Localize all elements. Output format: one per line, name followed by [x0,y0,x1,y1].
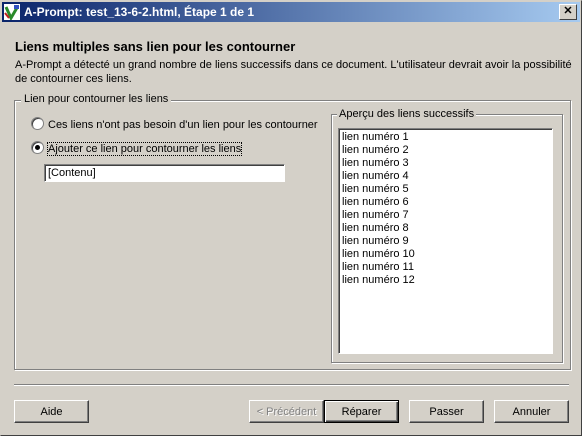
page-heading: Liens multiples sans lien pour les conto… [15,39,296,54]
list-item: lien numéro 8 [342,222,409,234]
preview-group-title: Aperçu des liens successifs [337,108,477,120]
bypass-link-group-title: Lien pour contourner les liens [21,93,172,105]
a-prompt-logo-icon [4,4,20,20]
cancel-button[interactable]: Annuler [494,400,569,423]
list-item: lien numéro 2 [342,144,409,156]
radio-no-bypass[interactable] [31,117,44,130]
list-item: lien numéro 10 [342,248,415,260]
close-button[interactable]: ✕ [559,4,577,20]
repair-button[interactable]: Réparer [324,400,399,423]
option-no-bypass-label: Ces liens n'ont pas besoin d'un lien pou… [48,119,318,131]
option-no-bypass[interactable]: Ces liens n'ont pas besoin d'un lien pou… [31,117,318,131]
list-item: lien numéro 9 [342,235,409,247]
skip-button[interactable]: Passer [409,400,484,423]
list-item: lien numéro 5 [342,183,409,195]
list-item: lien numéro 12 [342,274,415,286]
list-item: lien numéro 1 [342,131,409,143]
preview-listbox[interactable]: lien numéro 1 lien numéro 2 lien numéro … [338,128,553,354]
title-bar[interactable]: A-Prompt: test_13-6-2.html, Étape 1 de 1… [2,2,580,22]
list-item: lien numéro 7 [342,209,409,221]
bypass-link-text-field[interactable]: [Contenu] [44,164,285,182]
option-add-bypass[interactable]: Ajouter ce lien pour contourner les lien… [31,141,243,156]
list-item: lien numéro 3 [342,157,409,169]
list-item: lien numéro 11 [342,261,414,273]
footer-separator [14,384,569,386]
dialog-window: A-Prompt: test_13-6-2.html, Étape 1 de 1… [0,0,582,436]
help-button[interactable]: Aide [14,400,89,423]
radio-add-bypass[interactable] [31,141,44,154]
option-add-bypass-label: Ajouter ce lien pour contourner les lien… [46,142,243,156]
close-icon: ✕ [563,5,573,17]
window-title: A-Prompt: test_13-6-2.html, Étape 1 de 1 [24,5,255,19]
description-text: A-Prompt a détecté un grand nombre de li… [15,59,572,85]
list-item: lien numéro 4 [342,170,409,182]
list-item: lien numéro 6 [342,196,409,208]
previous-button[interactable]: < Précédent [249,400,324,423]
